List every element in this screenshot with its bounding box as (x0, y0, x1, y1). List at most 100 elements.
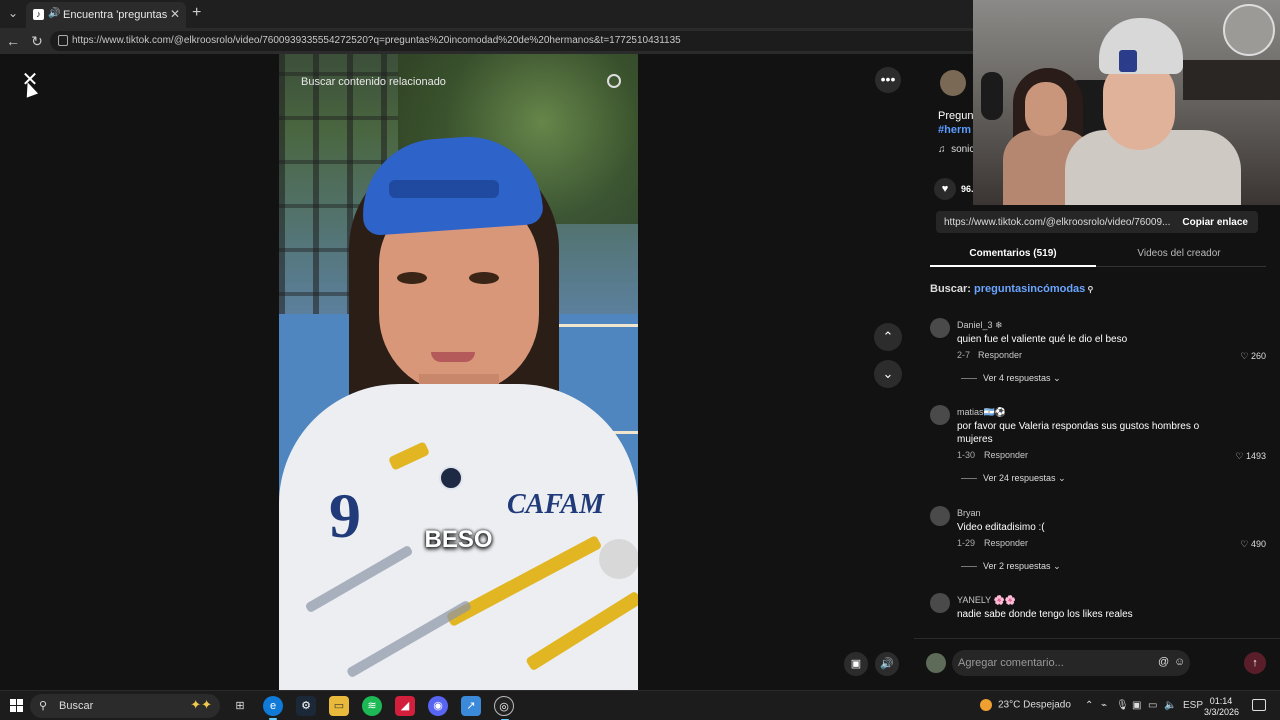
jersey-brand: CAFAM (507, 489, 605, 520)
comment-likes[interactable]: ♡ 1493 (1235, 451, 1266, 462)
windows-start-icon[interactable] (10, 699, 24, 713)
weather-widget[interactable]: 23°C Despejado (980, 699, 1071, 711)
more-options-icon[interactable]: ••• (875, 67, 901, 93)
microphone-icon[interactable]: 🎙 (1116, 700, 1129, 711)
comment-like-count: 1493 (1245, 451, 1266, 461)
file-explorer-icon[interactable]: ▭ (329, 696, 349, 716)
notifications-icon[interactable] (1252, 699, 1266, 711)
heart-icon: ♡ (1240, 539, 1251, 549)
search-label: Buscar: (930, 283, 971, 295)
commenter-avatar[interactable] (930, 405, 950, 425)
comment-date: 2-7 (957, 350, 971, 360)
video-caption: BESO (424, 526, 493, 553)
send-comment-button[interactable]: ↑ (1244, 652, 1266, 674)
comment-input[interactable]: Agregar comentario... @ ☺ (952, 650, 1190, 676)
input-language[interactable]: ESP (1183, 700, 1203, 711)
commenter-avatar[interactable] (930, 506, 950, 526)
obs-icon[interactable]: ◎ (494, 696, 514, 720)
usb-icon[interactable]: ⌁ (1101, 700, 1107, 711)
comment-item: Bryan Video editadisimo :( 1-29 Responde… (930, 506, 1270, 584)
commenter-name[interactable]: Bryan (957, 508, 981, 518)
site-info-icon[interactable] (58, 35, 68, 46)
display-icon[interactable]: ▣ (1132, 700, 1141, 711)
chevron-down-icon: ⌄ (1053, 561, 1061, 571)
volume-icon[interactable]: 🔊 (875, 652, 899, 676)
app-blue-icon[interactable]: ↗ (461, 696, 481, 716)
webcam-microphone (981, 72, 1003, 120)
like-heart-icon[interactable]: ♥ (934, 178, 956, 200)
jersey-badge (439, 466, 463, 490)
copy-link-button[interactable]: Copiar enlace (1182, 217, 1248, 228)
spotify-icon[interactable]: ≋ (362, 696, 382, 716)
share-link-text[interactable]: https://www.tiktok.com/@elkroosrolo/vide… (944, 217, 1172, 228)
comment-input-placeholder: Agregar comentario... (958, 657, 1064, 669)
comment-search-suggestion[interactable]: Buscar: preguntasincómodas ⚲ (930, 283, 1093, 295)
user-avatar[interactable] (926, 653, 946, 673)
steam-icon[interactable]: ⚙ (296, 696, 316, 716)
view-replies-button[interactable]: Ver 2 respuestas ⌄ (961, 561, 1061, 572)
app-red-icon[interactable]: ◢ (395, 696, 415, 716)
commenter-avatar[interactable] (930, 593, 950, 613)
chevron-down-icon: ⌄ (1053, 373, 1061, 383)
previous-video-icon[interactable]: ⌃ (874, 323, 902, 351)
commenter-name[interactable]: Daniel_3 ❄ (957, 320, 1003, 331)
reply-button[interactable]: Responder (984, 450, 1028, 460)
tab-list-icon[interactable]: ⌄ (4, 4, 22, 22)
clock-date: 3/3/2026 (1204, 707, 1240, 717)
volume-icon[interactable]: 🔈 (1164, 700, 1176, 711)
view-replies-button[interactable]: Ver 4 respuestas ⌄ (961, 373, 1061, 384)
webcam-cap-logo (1119, 50, 1137, 72)
url-field[interactable]: https://www.tiktok.com/@elkroosrolo/vide… (50, 31, 980, 51)
discord-icon[interactable]: ◉ (428, 696, 448, 716)
comment-text: quien fue el valiente qué le dio el beso (957, 334, 1128, 345)
audio-playing-icon[interactable]: 🔊 (48, 8, 60, 19)
new-tab-icon[interactable]: + (192, 4, 201, 22)
next-video-icon[interactable]: ⌄ (874, 360, 902, 388)
view-replies-label: Ver 4 respuestas (983, 373, 1051, 383)
comment-like-count: 490 (1250, 539, 1266, 549)
commenter-name[interactable]: YANELY 🌸🌸 (957, 595, 1016, 606)
person-mouth (431, 352, 475, 362)
commenter-name[interactable]: matias🇦🇷⚽ (957, 407, 1006, 418)
view-replies-button[interactable]: Ver 24 respuestas ⌄ (961, 473, 1066, 484)
mention-icon[interactable]: @ (1158, 656, 1169, 668)
taskbar-search-label: Buscar (59, 700, 94, 712)
video-player[interactable]: 9 CAFAM BESO (279, 54, 638, 690)
back-icon[interactable]: ← (4, 32, 22, 50)
task-view-icon[interactable]: ⊞ (230, 696, 250, 716)
reply-button[interactable]: Responder (984, 538, 1028, 548)
comment-item: YANELY 🌸🌸 nadie sabe donde tengo los lik… (930, 593, 1270, 633)
related-search-bar[interactable]: Buscar contenido relacionado (301, 74, 621, 98)
close-tab-icon[interactable]: ✕ (170, 7, 180, 21)
search-keyword[interactable]: preguntasincómodas (974, 283, 1085, 295)
creator-avatar[interactable] (940, 70, 966, 96)
refresh-icon[interactable]: ↻ (28, 32, 46, 50)
webcam-person-face (1025, 82, 1067, 136)
floating-player-icon[interactable]: ▣ (844, 652, 868, 676)
reply-button[interactable]: Responder (978, 350, 1022, 360)
music-note-icon: ♫ (938, 144, 946, 155)
related-search-placeholder: Buscar contenido relacionado (301, 76, 446, 88)
taskbar-clock[interactable]: 01:14 3/3/2026 (1204, 696, 1240, 718)
webcam-fan (1223, 4, 1275, 56)
browser-tab-active[interactable]: ♪ 🔊 Encuentra 'preguntas incomo ✕ (26, 2, 186, 28)
taskbar-search[interactable]: ⚲ Buscar ✦✦ (30, 694, 220, 718)
edge-browser-icon[interactable]: e (263, 696, 283, 720)
post-hashtag[interactable]: #herm (938, 124, 971, 136)
show-hidden-icons-icon[interactable]: ⌃ (1085, 700, 1093, 711)
video-stage: 9 CAFAM BESO Buscar contenido relacionad… (0, 54, 914, 690)
post-title: Pregun (938, 110, 974, 122)
comment-likes[interactable]: ♡ 260 (1240, 351, 1266, 362)
heart-icon: ♡ (1235, 451, 1246, 461)
emoji-icon[interactable]: ☺ (1174, 656, 1185, 668)
comment-like-count: 260 (1250, 351, 1266, 361)
network-icon[interactable]: ▭ (1148, 700, 1157, 711)
search-icon: ⚲ (39, 700, 48, 712)
tab-comments[interactable]: Comentarios (519) (930, 248, 1096, 259)
tab-creator-videos[interactable]: Videos del creador (1096, 248, 1262, 259)
clock-time: 01:14 (1209, 696, 1233, 706)
search-icon[interactable] (607, 74, 621, 88)
commenter-avatar[interactable] (930, 318, 950, 338)
post-music[interactable]: ♫ sonic (938, 144, 974, 155)
comment-likes[interactable]: ♡ 490 (1240, 539, 1266, 550)
